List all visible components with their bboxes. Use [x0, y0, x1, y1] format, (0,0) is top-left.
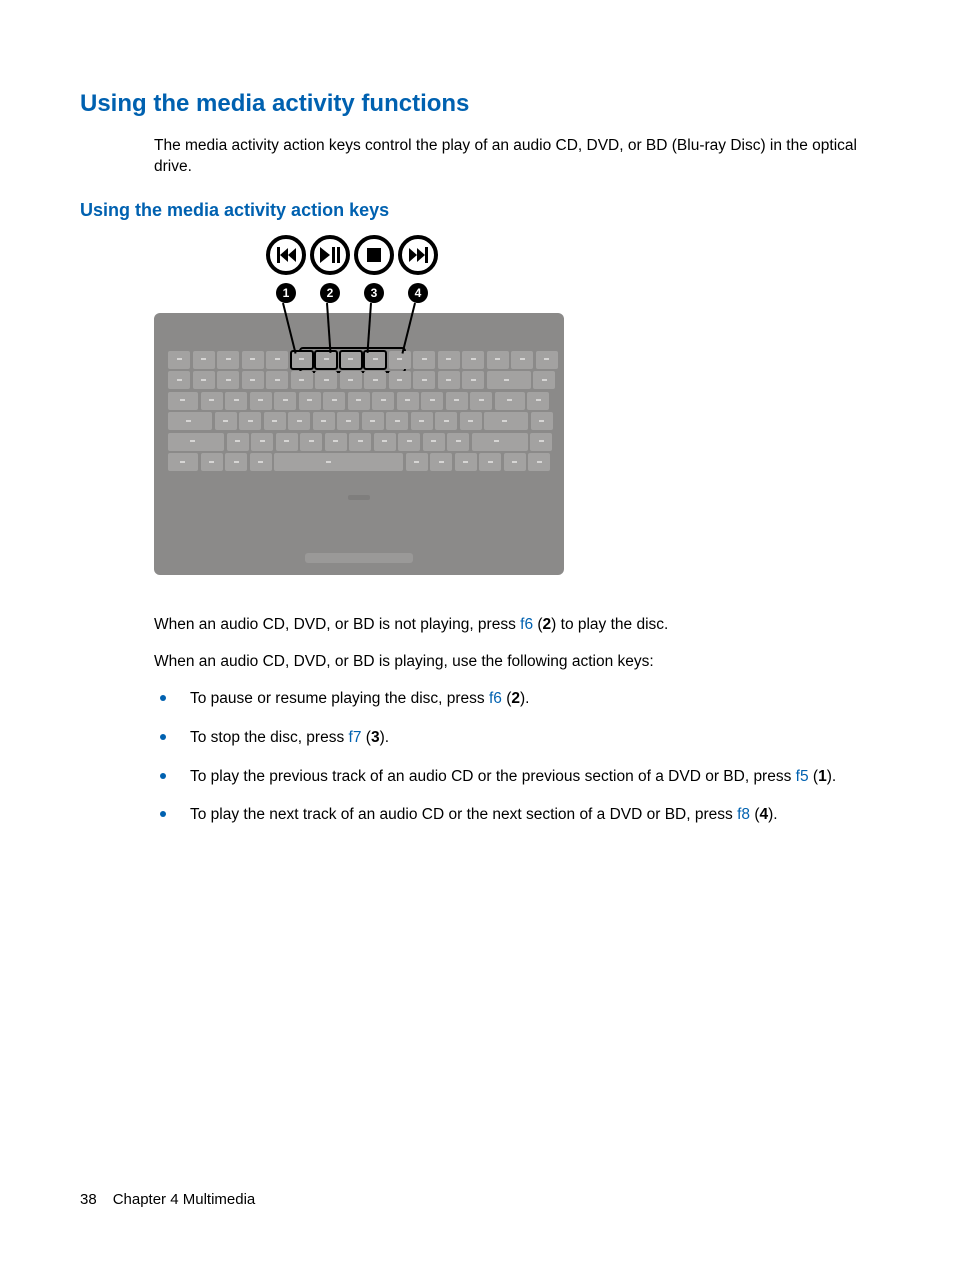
- key-reference: f7: [349, 729, 362, 746]
- callout-3: 3: [364, 283, 384, 303]
- f7-key: [340, 351, 362, 369]
- previous-track-icon: [266, 235, 306, 275]
- callout-4: 4: [408, 283, 428, 303]
- bullet-next: To play the next track of an audio CD or…: [154, 805, 874, 826]
- page-footer: 38 Chapter 4 Multimedia: [80, 1191, 255, 1208]
- bullet-stop: To stop the disc, press f7 (3).: [154, 728, 874, 749]
- play-pause-icon: [310, 235, 350, 275]
- bullet-pause-resume: To pause or resume playing the disc, pre…: [154, 689, 874, 710]
- paragraph-play-disc: When an audio CD, DVD, or BD is not play…: [154, 615, 874, 636]
- callout-2: 2: [320, 283, 340, 303]
- key-reference: f8: [737, 806, 750, 823]
- next-track-icon: [398, 235, 438, 275]
- key-reference: f6: [520, 616, 533, 633]
- stop-icon: [354, 235, 394, 275]
- bullet-previous: To play the previous track of an audio C…: [154, 767, 874, 788]
- key-reference: f5: [796, 768, 809, 785]
- key-reference: f6: [489, 690, 502, 707]
- f6-key: [315, 351, 337, 369]
- f8-key: [364, 351, 386, 369]
- page-number: 38: [80, 1191, 97, 1208]
- paragraph-action-keys-intro: When an audio CD, DVD, or BD is playing,…: [154, 652, 874, 673]
- chapter-label: Chapter 4 Multimedia: [113, 1191, 256, 1208]
- subsection-heading: Using the media activity action keys: [80, 200, 874, 221]
- section-heading: Using the media activity functions: [80, 90, 874, 118]
- laptop-illustration: [154, 313, 564, 575]
- callout-1: 1: [276, 283, 296, 303]
- intro-paragraph: The media activity action keys control t…: [154, 136, 874, 178]
- keyboard-figure: 1 2 3 4: [154, 235, 874, 575]
